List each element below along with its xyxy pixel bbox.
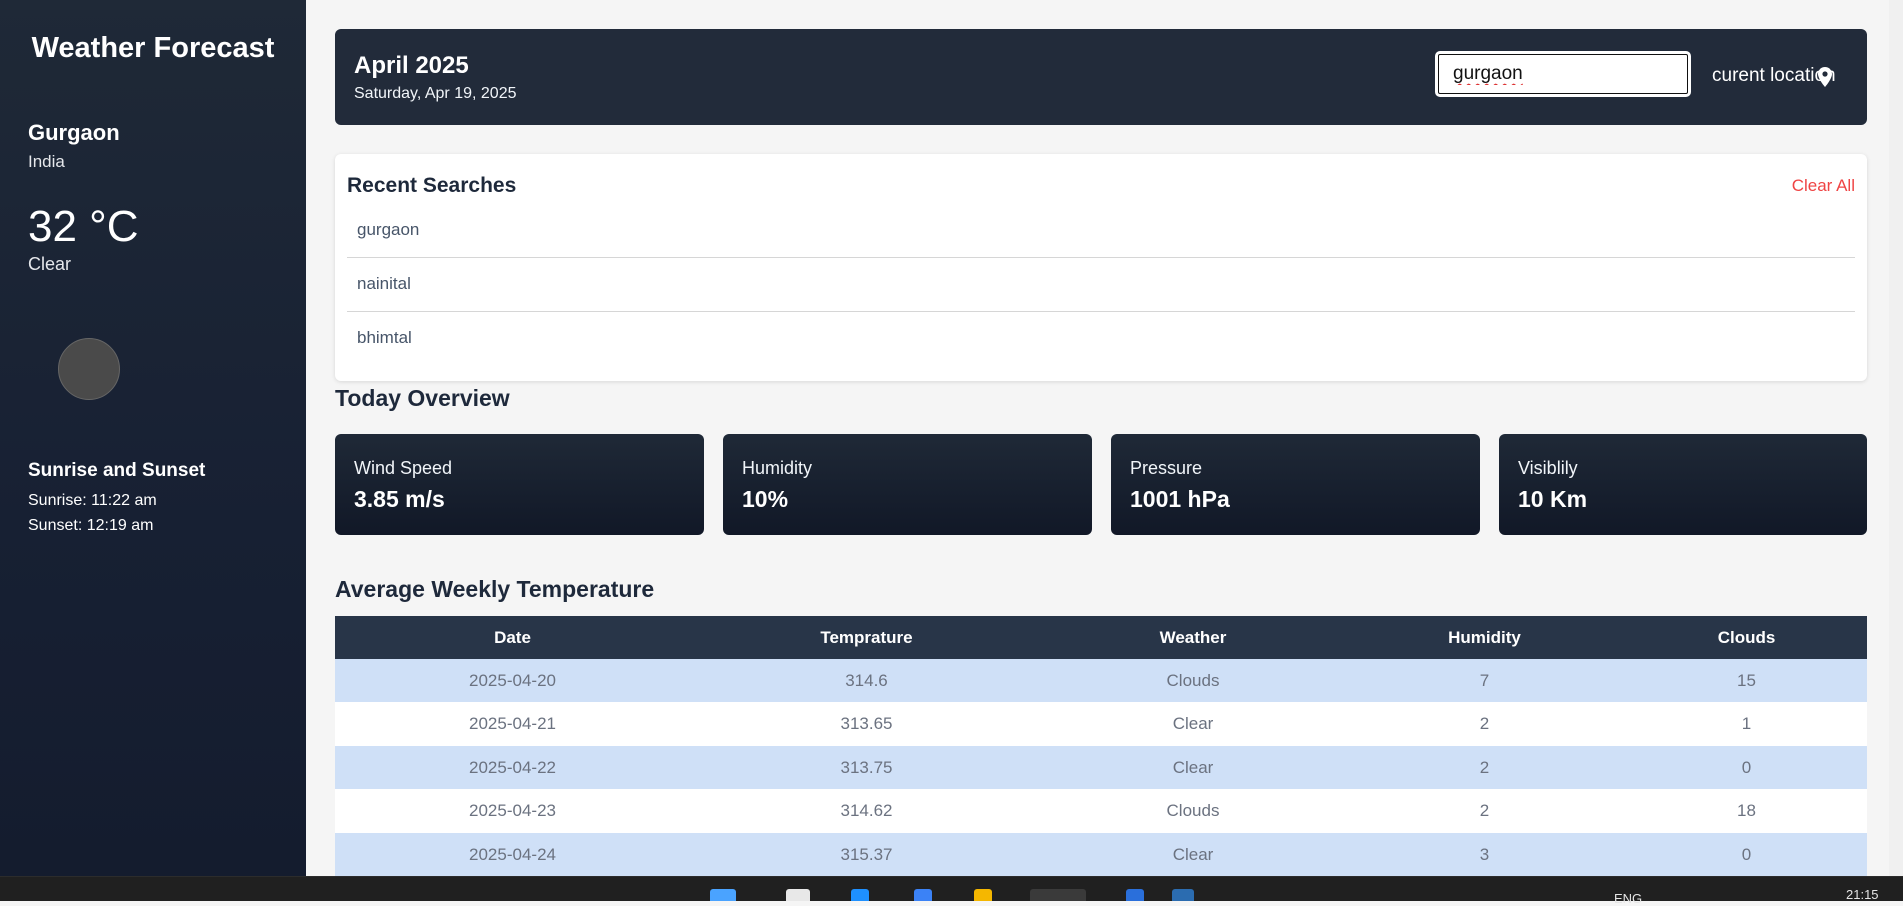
cell-weather: Clear	[1172, 844, 1214, 864]
card-value: 10%	[742, 486, 789, 512]
os-taskbar: ENG 21:15	[0, 876, 1903, 906]
cell-date: 2025-04-22	[469, 757, 556, 777]
card-value: 10 Km	[1518, 486, 1588, 512]
wind-speed-card: Wind Speed 3.85 m/s	[335, 434, 704, 535]
cell-weather: Clouds	[1166, 801, 1220, 821]
card-value: 3.85 m/s	[354, 486, 445, 512]
recent-searches-panel: Recent Searches Clear All gurgaon nainit…	[335, 154, 1867, 381]
cell-weather: Clouds	[1166, 671, 1220, 690]
table-row: 2025-04-24 315.37 Clear 3 0	[335, 832, 1867, 876]
cell-clouds: 0	[1741, 757, 1752, 777]
country-name: India	[28, 152, 65, 171]
table-row: 2025-04-20 314.6 Clouds 7 15	[335, 659, 1867, 703]
table-header: Date Temprature Weather Humidity Clouds	[335, 616, 1867, 659]
recent-searches-title: Recent Searches	[347, 174, 517, 197]
current-temperature: 32 °C	[28, 202, 139, 251]
cell-humidity: 3	[1479, 844, 1490, 864]
month-title: April 2025	[354, 52, 469, 79]
city-name: Gurgaon	[28, 120, 120, 145]
table-row: 2025-04-23 314.62 Clouds 2 18	[335, 789, 1867, 833]
city-search-input[interactable]	[1435, 51, 1691, 97]
card-label: Pressure	[1130, 458, 1203, 478]
table-row: 2025-04-22 313.75 Clear 2 0	[335, 745, 1867, 790]
table-row: 2025-04-21 313.65 Clear 2 1	[335, 702, 1867, 746]
cell-clouds: 1	[1741, 714, 1752, 734]
humidity-card: Humidity 10%	[723, 434, 1092, 535]
cell-humidity: 7	[1479, 671, 1490, 690]
weekly-temperature-title: Average Weekly Temperature	[335, 576, 655, 602]
pressure-card: Pressure 1001 hPa	[1111, 434, 1480, 535]
language-indicator[interactable]: ENG	[1614, 891, 1642, 906]
cell-date: 2025-04-20	[469, 671, 556, 690]
column-header-weather: Weather	[1159, 628, 1227, 647]
column-header-humidity: Humidity	[1448, 628, 1521, 647]
card-label: Wind Speed	[354, 458, 453, 478]
cell-humidity: 2	[1479, 714, 1490, 734]
cell-date: 2025-04-21	[469, 714, 556, 734]
cell-weather: Clear	[1172, 714, 1214, 734]
cell-clouds: 18	[1737, 801, 1756, 821]
start-menu-icon[interactable]	[710, 889, 736, 901]
cell-temperature: 315.37	[840, 844, 893, 864]
vscode-app-icon[interactable]	[1126, 889, 1144, 901]
recent-search-item[interactable]: nainital	[347, 258, 1855, 312]
map-pin-icon[interactable]	[1818, 67, 1832, 87]
cell-clouds: 0	[1741, 844, 1752, 864]
cell-temperature: 314.62	[840, 801, 893, 821]
recent-search-item[interactable]: bhimtal	[347, 312, 1855, 365]
cell-date: 2025-04-24	[469, 844, 556, 864]
card-label: Humidity	[742, 458, 813, 478]
recent-search-item[interactable]: gurgaon	[347, 204, 1855, 258]
mail-app-icon[interactable]	[1172, 889, 1194, 901]
card-label: Visiblily	[1518, 458, 1578, 478]
app-title: Weather Forecast	[31, 32, 275, 64]
current-date: Saturday, Apr 19, 2025	[354, 85, 517, 102]
cell-date: 2025-04-23	[469, 801, 556, 821]
current-condition: Clear	[28, 254, 72, 274]
cell-temperature: 313.65	[840, 714, 893, 734]
store-app-icon[interactable]	[851, 889, 869, 901]
sidebar: Weather Forecast Gurgaon India 32 °C Cle…	[0, 0, 306, 876]
header-bar: April 2025 Saturday, Apr 19, 2025 curent…	[335, 29, 1867, 125]
column-header-date: Date	[494, 628, 531, 647]
cell-humidity: 2	[1479, 757, 1490, 777]
clear-all-button[interactable]: Clear All	[1792, 176, 1855, 196]
today-overview-title: Today Overview	[335, 385, 510, 411]
edge-browser-icon[interactable]	[914, 889, 932, 901]
column-header-clouds: Clouds	[1717, 628, 1776, 647]
visibility-card: Visiblily 10 Km	[1499, 434, 1867, 535]
column-header-temperature: Temprature	[820, 628, 913, 647]
sunset-time: Sunset: 12:19 am	[28, 517, 154, 534]
recent-search-label: gurgaon	[357, 220, 420, 239]
recent-search-label: nainital	[357, 274, 411, 293]
page-scrollbar[interactable]	[1889, 0, 1903, 876]
cell-temperature: 313.75	[840, 757, 893, 777]
weekly-table: Date Temprature Weather Humidity Clouds …	[335, 616, 1867, 876]
recent-search-label: bhimtal	[357, 328, 412, 347]
cell-weather: Clear	[1172, 757, 1214, 777]
cell-humidity: 2	[1479, 801, 1490, 821]
file-app-icon[interactable]	[786, 889, 810, 901]
weather-icon	[58, 338, 120, 400]
sun-heading: Sunrise and Sunset	[28, 460, 206, 481]
sunrise-time: Sunrise: 11:22 am	[28, 492, 157, 509]
cell-temperature: 314.6	[845, 671, 888, 690]
chrome-app-icon[interactable]	[1030, 889, 1086, 901]
folder-icon[interactable]	[974, 889, 992, 901]
card-value: 1001 hPa	[1130, 486, 1230, 512]
cell-clouds: 15	[1737, 671, 1756, 690]
